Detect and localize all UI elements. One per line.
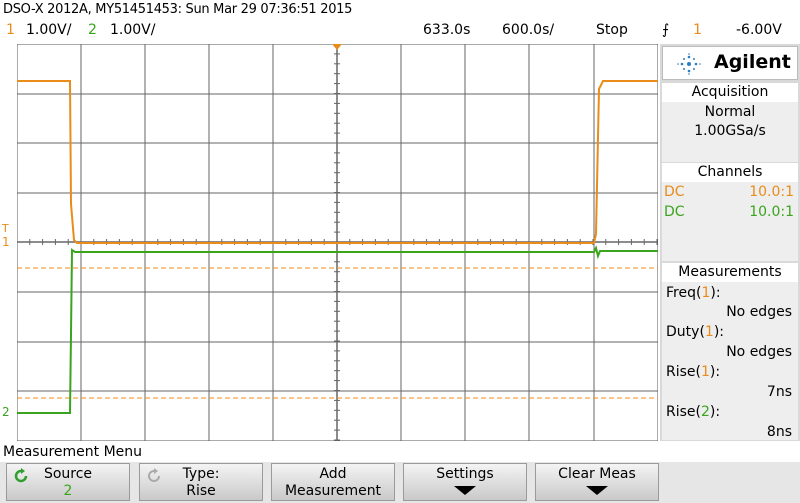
settings-softkey[interactable]: Settings [403,463,527,501]
ch1-indicator[interactable]: 1 [6,22,15,38]
channels-section: DC 10.0:1 DC 10.0:1 [662,182,798,261]
meas-2-label: Duty(1): [666,324,725,340]
meas-2-value: No edges [726,344,792,360]
settings-softkey-label: Settings [436,466,494,482]
clear-meas-softkey[interactable]: Clear Meas [535,463,659,501]
ch2-scale: 1.00V/ [110,22,156,38]
ch2-indicator[interactable]: 2 [88,22,97,38]
add-measurement-label-2: Measurement [284,483,382,499]
window-title: DSO-X 2012A, MY51451453: Sun Mar 29 07:3… [3,2,353,17]
clear-meas-softkey-label: Clear Meas [558,466,636,482]
meas-3-value: 7ns [766,384,792,400]
run-state: Stop [596,22,628,38]
rotate-knob-icon [14,468,28,483]
brand-name: Agilent [714,51,791,73]
trigger-level: -6.00V [736,22,782,38]
ch1-coupling: DC [664,184,685,200]
type-softkey-value: Rise [186,483,216,499]
meas-4-label: Rise(2): [666,404,721,420]
ch1-probe: 10.0:1 [749,184,794,200]
time-scale: 600.0s/ [502,22,555,38]
agilent-spark-icon [677,53,701,75]
trigger-level-marker[interactable]: T [2,222,9,235]
meas-1-value: No edges [726,304,792,320]
type-softkey[interactable]: Type: Rise [139,463,263,501]
time-delay: 633.0s [423,22,471,38]
ch2-probe: 10.0:1 [749,204,794,220]
waveform-display[interactable] [17,44,658,441]
acquisition-mode: Normal [704,104,756,120]
add-measurement-softkey[interactable]: Add Measurement [271,463,395,501]
measurements-section: Freq(1): No edges Duty(1): No edges Rise… [662,282,798,440]
menu-title: Measurement Menu [3,444,143,460]
ch2-coupling: DC [664,204,685,220]
trigger-source: 1 [693,22,702,38]
meas-1-label: Freq(1): [666,285,721,301]
meas-4-value: 8ns [766,424,792,440]
ch1-ground-marker[interactable]: 1 [2,235,10,249]
rotate-knob-icon [148,468,160,482]
meas-3-label: Rise(1): [666,364,721,380]
trigger-icon: ⨍ [662,22,670,38]
status-bar: 1 1.00V/ 2 1.00V/ 633.0s 600.0s/ Stop ⨍ … [0,20,800,42]
acquisition-rate: 1.00GSa/s [694,123,766,139]
channels-header: Channels [662,163,798,182]
ch1-scale: 1.00V/ [26,22,72,38]
graticule [17,44,658,441]
source-softkey-value: 2 [63,483,73,499]
source-softkey[interactable]: Source 2 [6,463,130,501]
submenu-arrow-icon [586,486,608,495]
acquisition-header: Acquisition [662,83,798,102]
ch2-ground-marker[interactable]: 2 [2,405,10,419]
submenu-arrow-icon [454,486,476,495]
add-measurement-label-1: Add [319,466,347,482]
acquisition-section: Normal 1.00GSa/s [662,102,798,162]
measurements-header: Measurements [662,263,798,282]
